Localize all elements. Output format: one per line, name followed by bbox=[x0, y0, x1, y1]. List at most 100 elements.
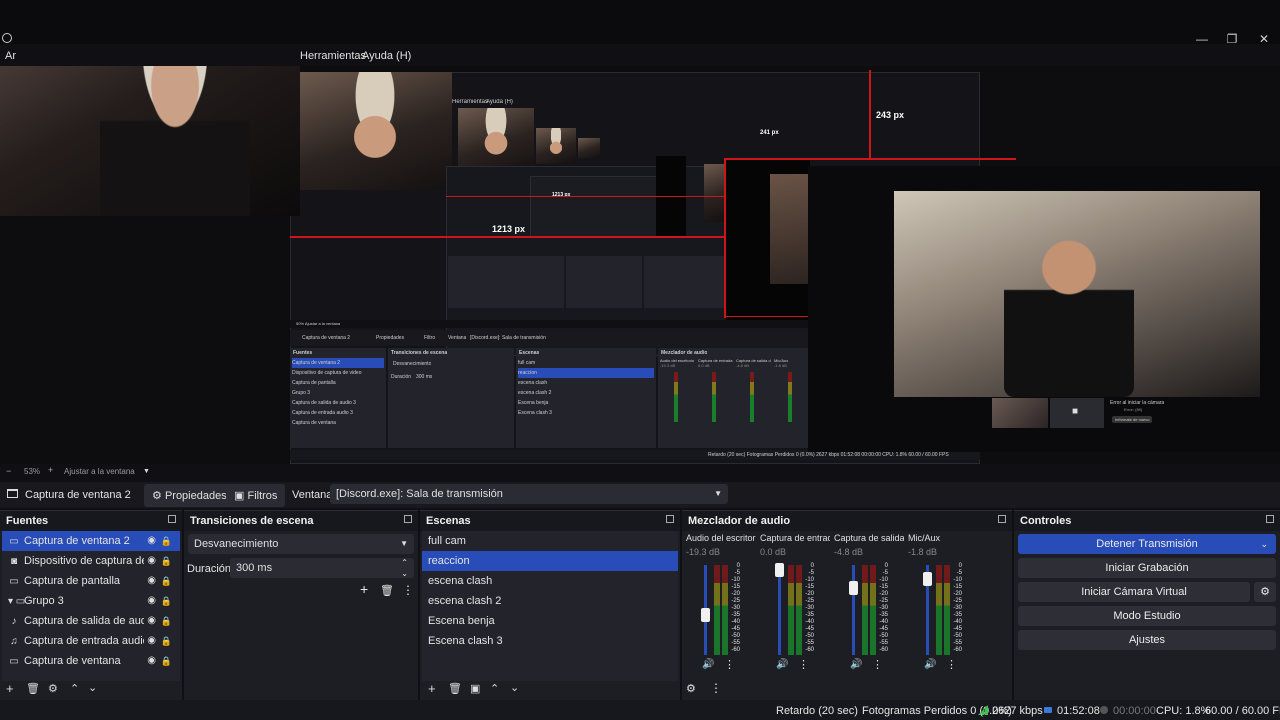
settings-button[interactable]: Ajustes bbox=[1018, 630, 1276, 650]
remove-scene-button[interactable]: 🗑 bbox=[448, 682, 462, 695]
channel-menu-button[interactable]: ⋮ bbox=[724, 658, 735, 671]
stop-stream-button[interactable]: Detener Transmisión ⌄ bbox=[1018, 534, 1276, 554]
scene-item[interactable]: Escena clash 3 bbox=[422, 631, 678, 651]
add-source-button[interactable]: + bbox=[6, 681, 14, 696]
undock-icon[interactable] bbox=[666, 515, 674, 523]
chevron-down-icon[interactable]: ⌄ bbox=[1260, 534, 1268, 554]
start-recording-button[interactable]: Iniciar Grabación bbox=[1018, 558, 1276, 578]
nested-mini-mixer bbox=[644, 256, 724, 308]
studio-mode-button[interactable]: Modo Estudio bbox=[1018, 606, 1276, 626]
zoom-fit-label[interactable]: Ajustar a la ventana bbox=[64, 467, 135, 476]
filters-button[interactable]: ▣ Filtros bbox=[226, 484, 286, 507]
zoom-value: 53% bbox=[24, 467, 41, 476]
undock-icon[interactable] bbox=[168, 515, 176, 523]
channel-menu-button[interactable]: ⋮ bbox=[946, 658, 957, 671]
spin-down-icon[interactable]: ⌄ bbox=[401, 564, 408, 584]
discord-thumb-camera[interactable]: ■ bbox=[1050, 398, 1104, 428]
folder-icon: ▾ ▭ bbox=[8, 596, 26, 607]
volume-fader-track[interactable] bbox=[778, 565, 781, 655]
menu-item-herramientas[interactable]: Herramientas bbox=[300, 50, 366, 62]
lock-icon[interactable]: 🔒 bbox=[161, 551, 172, 571]
zoom-out-button[interactable]: − bbox=[6, 466, 11, 476]
zoom-dropdown-arrow[interactable]: ▼ bbox=[143, 468, 150, 475]
source-settings-button[interactable]: ⚙ bbox=[48, 682, 58, 695]
db-scale-tick: -50 bbox=[879, 633, 888, 639]
speaker-icon[interactable]: 🔊 bbox=[924, 659, 936, 670]
visibility-eye-icon[interactable]: ◉ bbox=[147, 651, 156, 671]
transition-select[interactable]: Desvanecimiento ▼ bbox=[188, 534, 414, 554]
minimize-button[interactable]: — bbox=[1194, 32, 1210, 46]
preview-canvas[interactable]: Herramientas Ayuda (H) 241 px 1213 px 24… bbox=[0, 66, 1280, 464]
visibility-eye-icon[interactable]: ◉ bbox=[147, 591, 156, 611]
add-transition-button[interactable]: + bbox=[360, 581, 368, 597]
nested-scenes-list: full cam reaccion escena clash escena clash… bbox=[518, 358, 654, 418]
virtual-camera-settings-button[interactable]: ⚙ bbox=[1254, 582, 1276, 602]
discord-error-sub: Error: (89) bbox=[1124, 407, 1143, 412]
menu-item-ayuda[interactable]: Ayuda (H) bbox=[362, 50, 411, 62]
volume-fader-knob[interactable] bbox=[775, 562, 784, 577]
discord-error-more[interactable]: Infórmate de nuevo bbox=[1112, 416, 1153, 423]
source-item[interactable]: ▾ ▭Grupo 3 ◉ 🔒 bbox=[2, 591, 180, 611]
undock-icon[interactable] bbox=[1266, 515, 1274, 523]
window-select[interactable]: [Discord.exe]: Sala de transmisión ▼ bbox=[330, 484, 728, 504]
status-dropped-frames: Fotogramas Perdidos 0 (0.0%) bbox=[862, 705, 1012, 717]
discord-thumb-1[interactable] bbox=[992, 398, 1048, 428]
mixer-advanced-button[interactable]: ⚙ bbox=[686, 682, 696, 695]
scenes-footer: + 🗑 ▣ ⌃ ⌄ bbox=[424, 679, 674, 701]
lock-icon[interactable]: 🔒 bbox=[161, 531, 172, 551]
lock-icon[interactable]: 🔒 bbox=[161, 611, 172, 631]
visibility-eye-icon[interactable]: ◉ bbox=[147, 571, 156, 591]
db-scale-tick: -60 bbox=[805, 647, 814, 653]
scene-move-up-button[interactable]: ⌃ bbox=[490, 682, 499, 695]
scene-item[interactable]: reaccion bbox=[422, 551, 678, 571]
visibility-eye-icon[interactable]: ◉ bbox=[147, 531, 156, 551]
source-item[interactable]: ♫ Captura de entrada audio 3◉🔒 bbox=[2, 631, 180, 651]
close-button[interactable]: ✕ bbox=[1256, 32, 1272, 46]
volume-fader-knob[interactable] bbox=[849, 580, 858, 595]
db-scale-tick: -35 bbox=[879, 612, 888, 618]
zoom-in-button[interactable]: + bbox=[48, 465, 53, 475]
nested-scene-item: escena clash bbox=[518, 380, 548, 386]
volume-fader-knob[interactable] bbox=[923, 571, 932, 586]
menu-item-partial[interactable]: Ar bbox=[5, 50, 16, 62]
undock-icon[interactable] bbox=[404, 515, 412, 523]
undock-icon[interactable] bbox=[998, 515, 1006, 523]
scene-item[interactable]: escena clash bbox=[422, 571, 678, 591]
remove-transition-button[interactable]: 🗑 bbox=[380, 584, 394, 597]
speaker-icon[interactable]: 🔊 bbox=[850, 659, 862, 670]
source-item[interactable]: ▭ Captura de ventana ◉ 🔒 bbox=[2, 651, 180, 671]
scene-item[interactable]: Escena benja bbox=[422, 611, 678, 631]
speaker-icon[interactable]: 🔊 bbox=[776, 659, 788, 670]
transition-menu-button[interactable]: ⋮ bbox=[402, 583, 414, 597]
duration-input[interactable]: 300 ms ⌃ ⌄ bbox=[230, 558, 414, 578]
lock-icon[interactable]: 🔒 bbox=[161, 631, 172, 651]
visibility-eye-icon[interactable]: ◉ bbox=[147, 631, 156, 651]
move-down-button[interactable]: ⌄ bbox=[88, 681, 97, 694]
scene-filters-button[interactable]: ▣ bbox=[470, 682, 480, 695]
scene-item[interactable]: full cam bbox=[422, 531, 678, 551]
virtual-camera-button[interactable]: Iniciar Cámara Virtual bbox=[1018, 582, 1250, 602]
move-up-button[interactable]: ⌃ bbox=[70, 682, 79, 695]
lock-icon[interactable]: 🔒 bbox=[161, 571, 172, 591]
source-item[interactable]: ◙ Dispositivo de captura de vide◉🔒 bbox=[2, 551, 180, 571]
lock-icon[interactable]: 🔒 bbox=[161, 591, 172, 611]
remove-source-button[interactable]: 🗑 bbox=[26, 682, 40, 695]
speaker-icon[interactable]: 🔊 bbox=[702, 659, 714, 670]
channel-menu-button[interactable]: ⋮ bbox=[872, 658, 883, 671]
source-item[interactable]: ▭ Captura de pantalla ◉ 🔒 bbox=[2, 571, 180, 591]
microphone-icon: ♫ bbox=[10, 636, 18, 647]
volume-fader-knob[interactable] bbox=[701, 607, 710, 622]
lock-icon[interactable]: 🔒 bbox=[161, 651, 172, 671]
scene-item[interactable]: escena clash 2 bbox=[422, 591, 678, 611]
maximize-button[interactable]: ❐ bbox=[1224, 32, 1240, 46]
source-item[interactable]: ♪ Captura de salida de audio 3◉🔒 bbox=[2, 611, 180, 631]
visibility-eye-icon[interactable]: ◉ bbox=[147, 551, 156, 571]
channel-menu-button[interactable]: ⋮ bbox=[798, 658, 809, 671]
scene-move-down-button[interactable]: ⌄ bbox=[510, 681, 519, 694]
visibility-eye-icon[interactable]: ◉ bbox=[147, 611, 156, 631]
source-item[interactable]: ▭ Captura de ventana 2 ◉ 🔒 bbox=[2, 531, 180, 551]
add-scene-button[interactable]: + bbox=[428, 681, 436, 696]
properties-button[interactable]: ⚙ Propiedades bbox=[144, 484, 235, 507]
mixer-menu-button[interactable]: ⋮ bbox=[710, 681, 722, 695]
volume-fader-track[interactable] bbox=[852, 565, 855, 655]
